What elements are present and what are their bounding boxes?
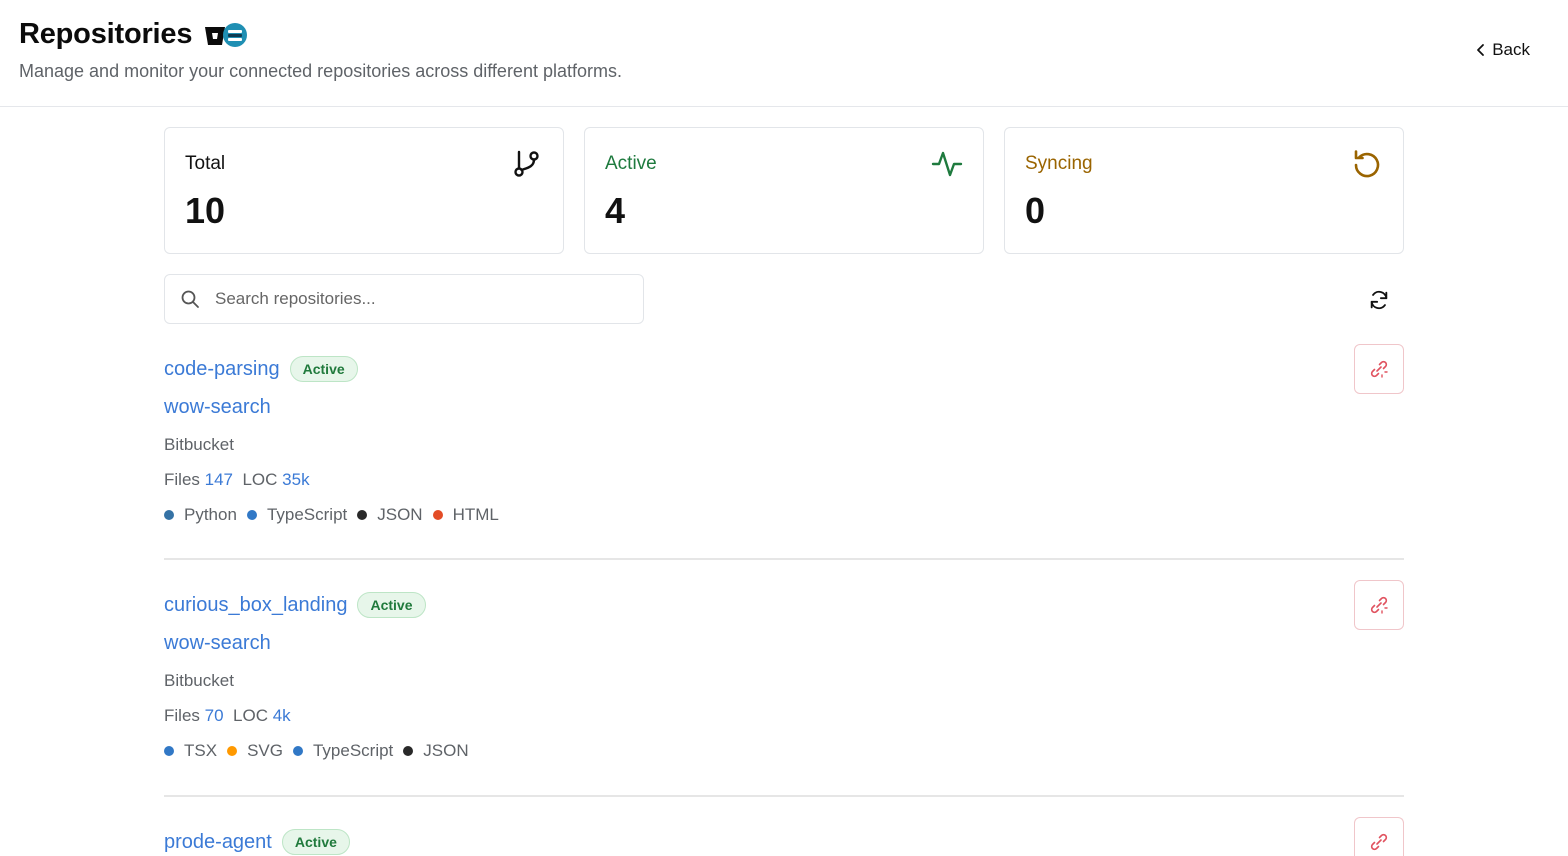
refresh-icon	[1370, 290, 1388, 310]
status-badge: Active	[281, 829, 350, 855]
title-row: Repositories	[19, 18, 250, 51]
language-name: TypeScript	[266, 505, 348, 524]
stat-value: 0	[1025, 190, 1046, 231]
git-branch-icon	[514, 150, 539, 177]
loc-count: 35k	[282, 470, 310, 489]
stat-value: 4	[605, 190, 626, 231]
language-item: JSON	[403, 741, 469, 761]
language-name: JSON	[423, 741, 469, 760]
database-icon	[223, 22, 248, 47]
language-dot	[403, 746, 414, 756]
unlink-button[interactable]	[1354, 817, 1404, 856]
search-icon	[181, 290, 199, 308]
stat-label: Total	[185, 153, 226, 174]
language-name: Python	[184, 505, 237, 524]
files-count: 147	[204, 470, 234, 489]
repo-languages: Python TypeScript JSON HTML	[164, 505, 509, 525]
language-name: TSX	[184, 741, 218, 760]
language-name: TypeScript	[312, 741, 394, 760]
language-item: TypeScript	[246, 505, 348, 525]
status-badge: Active	[289, 356, 358, 382]
files-label: Files	[164, 706, 200, 725]
repo-workspace-link[interactable]: wow-search	[164, 632, 271, 655]
stat-card-active: Active 4	[584, 127, 984, 254]
language-item: TSX	[164, 741, 217, 761]
page-subtitle: Manage and monitor your connected reposi…	[19, 61, 622, 81]
files-label: Files	[164, 470, 200, 489]
page-header: Repositories Manage and monitor your con…	[0, 0, 1568, 107]
activity-icon	[931, 151, 963, 177]
language-dot	[164, 510, 174, 520]
language-name: HTML	[452, 505, 499, 524]
repo-name-link[interactable]: prode-agent	[164, 831, 272, 854]
language-item: HTML	[432, 505, 499, 525]
divider	[164, 558, 1404, 560]
language-dot	[357, 510, 368, 520]
language-name: SVG	[247, 741, 283, 760]
repo-item: code-parsing Active wow-search Bitbucket…	[164, 356, 1404, 546]
unlink-icon	[1370, 360, 1388, 378]
stat-card-total: Total 10	[164, 127, 564, 254]
language-dot	[246, 510, 257, 520]
language-dot	[432, 510, 443, 520]
unlink-button[interactable]	[1354, 344, 1404, 394]
repo-name-link[interactable]: curious_box_landing	[164, 594, 347, 617]
language-item: Python	[164, 505, 237, 525]
back-button[interactable]: Back	[1476, 40, 1530, 60]
chevron-left-icon	[1477, 44, 1485, 56]
status-badge: Active	[357, 592, 426, 618]
repo-stats: Files 147 LOC 35k	[164, 470, 310, 490]
repo-platform: Bitbucket	[164, 671, 234, 690]
language-dot	[292, 746, 303, 756]
repo-item: prode-agent Active	[164, 829, 1404, 856]
repo-header: code-parsing Active	[164, 356, 358, 382]
unlink-icon	[1370, 833, 1388, 851]
repo-name-link[interactable]: code-parsing	[164, 358, 280, 381]
loc-count: 4k	[272, 706, 291, 725]
loc-label: LOC	[233, 706, 268, 725]
refresh-ccw-icon	[1354, 150, 1380, 178]
language-dot	[164, 746, 174, 756]
unlink-button[interactable]	[1354, 580, 1404, 630]
repo-item: curious_box_landing Active wow-search Bi…	[164, 592, 1404, 782]
language-item: SVG	[227, 741, 283, 761]
files-count: 70	[204, 706, 224, 725]
repo-platform: Bitbucket	[164, 435, 234, 454]
language-name: JSON	[377, 505, 423, 524]
loc-label: LOC	[242, 470, 278, 489]
language-dot	[227, 746, 238, 756]
platform-icons	[204, 22, 250, 48]
language-item: JSON	[357, 505, 423, 525]
repo-header: curious_box_landing Active	[164, 592, 426, 618]
search-box	[164, 274, 644, 324]
repo-header: prode-agent Active	[164, 829, 350, 855]
stat-card-syncing: Syncing 0	[1004, 127, 1404, 254]
repo-languages: TSX SVG TypeScript JSON	[164, 741, 479, 761]
back-label: Back	[1492, 40, 1530, 59]
search-input[interactable]	[215, 289, 615, 309]
language-item: TypeScript	[292, 741, 394, 761]
divider	[164, 795, 1404, 797]
stat-label: Syncing	[1025, 153, 1093, 174]
refresh-button[interactable]	[1364, 285, 1394, 315]
repo-stats: Files 70 LOC 4k	[164, 706, 291, 726]
unlink-icon	[1370, 596, 1388, 614]
repo-workspace-link[interactable]: wow-search	[164, 396, 271, 419]
stat-label: Active	[605, 153, 657, 174]
page-title: Repositories	[19, 18, 193, 50]
stat-value: 10	[185, 190, 226, 231]
